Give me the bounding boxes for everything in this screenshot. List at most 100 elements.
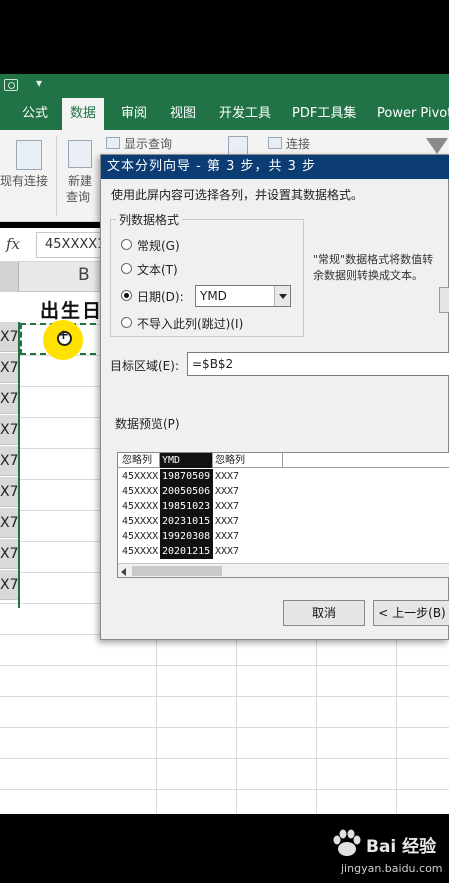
cancel-button[interactable]: 取消 bbox=[283, 600, 365, 626]
date-format-select[interactable]: YMD bbox=[195, 285, 291, 307]
preview-col-1-header[interactable]: 忽略列 bbox=[120, 453, 160, 468]
preview-row: 45XXXX 19851023 XXX7 bbox=[118, 499, 449, 514]
baidu-paw-icon bbox=[333, 829, 361, 856]
date-format-value: YMD bbox=[200, 289, 227, 303]
preview-cell: XXX7 bbox=[215, 471, 240, 482]
advanced-button[interactable] bbox=[439, 287, 449, 313]
preview-row: 45XXXX 20231015 XXX7 bbox=[118, 514, 449, 529]
watermark-url: jingyan.baidu.com bbox=[341, 862, 443, 875]
column-header-b[interactable]: B bbox=[78, 265, 90, 285]
ribbon-separator bbox=[56, 136, 57, 216]
preview-cell: 45XXXX bbox=[122, 501, 159, 512]
function-icon[interactable]: fx bbox=[6, 235, 20, 253]
connections-label[interactable]: 连接 bbox=[286, 135, 310, 152]
text-to-columns-dialog: 文本分列向导 - 第 3 步，共 3 步 使用此屏内容可选择各列，并设置其数据格… bbox=[100, 154, 449, 640]
preview-cell: 45XXXX bbox=[122, 471, 159, 482]
preview-cell: 45XXXX bbox=[122, 516, 159, 527]
cell-a[interactable]: X7 bbox=[0, 477, 19, 507]
chevron-down-icon[interactable] bbox=[274, 286, 290, 306]
preview-cell: XXX7 bbox=[215, 516, 240, 527]
ribbon-tabs: 公式 数据 审阅 视图 开发工具 PDF工具集 Power Pivot bbox=[0, 98, 449, 130]
data-preview-grid[interactable]: 忽略列 YMD 忽略列 45XXXX 19870509 XXX7 45XXXX … bbox=[117, 452, 449, 578]
scroll-left-icon[interactable] bbox=[121, 568, 126, 576]
format-note-2: 余数据则转换成文本。 bbox=[313, 269, 423, 282]
tab-data[interactable]: 数据 bbox=[62, 98, 105, 130]
preview-cell: 19870509 bbox=[160, 469, 213, 484]
preview-header-row: 忽略列 YMD 忽略列 bbox=[118, 453, 449, 468]
watermark-text: Bai 经验 bbox=[366, 837, 437, 857]
new-query-icon[interactable] bbox=[68, 140, 92, 168]
destination-label: 目标区域(E): bbox=[110, 359, 179, 373]
preview-col-3-header[interactable]: 忽略列 bbox=[213, 453, 283, 468]
column-format-group-label: 列数据格式 bbox=[116, 211, 183, 228]
preview-cell: XXX7 bbox=[215, 531, 240, 542]
quick-access-toolbar: ▾ bbox=[0, 74, 449, 98]
preview-cell: 20231015 bbox=[160, 514, 213, 529]
filter-icon[interactable] bbox=[426, 138, 448, 154]
dialog-title[interactable]: 文本分列向导 - 第 3 步，共 3 步 bbox=[101, 155, 449, 179]
tab-power-pivot[interactable]: Power Pivot bbox=[377, 98, 449, 130]
show-query-label[interactable]: 显示查询 bbox=[124, 135, 172, 152]
gridline bbox=[0, 789, 449, 790]
cell-a[interactable]: X7 bbox=[0, 539, 19, 569]
preview-col-2-header[interactable]: YMD bbox=[160, 453, 213, 468]
connections-icon[interactable] bbox=[268, 137, 282, 149]
preview-cell: 20050506 bbox=[160, 484, 213, 499]
cell-a[interactable]: X7 bbox=[0, 322, 19, 352]
radio-skip[interactable] bbox=[121, 317, 132, 328]
radio-general[interactable] bbox=[121, 239, 132, 250]
back-button[interactable]: < 上一步(B) bbox=[373, 600, 449, 626]
new-query-label[interactable]: 新建 bbox=[68, 172, 92, 189]
gridline bbox=[0, 696, 449, 697]
radio-general-label[interactable]: 常规(G) bbox=[137, 237, 180, 254]
format-note: "常规"数据格式将数值转 bbox=[313, 253, 434, 266]
existing-connections-icon[interactable] bbox=[16, 140, 42, 170]
preview-row: 45XXXX 20050506 XXX7 bbox=[118, 484, 449, 499]
preview-cell: 19851023 bbox=[160, 499, 213, 514]
preview-cell: 19920308 bbox=[160, 529, 213, 544]
preview-cell: 45XXXX bbox=[122, 546, 159, 557]
radio-text[interactable] bbox=[121, 263, 132, 274]
preview-cell: 20201215 bbox=[160, 544, 213, 559]
mouse-cursor-highlight-icon bbox=[43, 320, 83, 360]
tab-developer[interactable]: 开发工具 bbox=[219, 98, 271, 130]
preview-row: 45XXXX 19920308 XXX7 bbox=[118, 529, 449, 544]
cell-a[interactable]: X7 bbox=[0, 384, 19, 414]
preview-row: 45XXXX 20201215 XXX7 bbox=[118, 544, 449, 559]
customize-toolbar-icon[interactable]: ▾ bbox=[36, 76, 42, 90]
data-preview-label: 数据预览(P) bbox=[115, 417, 180, 431]
cell-a[interactable]: X7 bbox=[0, 508, 19, 538]
gridline bbox=[0, 758, 449, 759]
column-header-a[interactable] bbox=[0, 262, 19, 292]
preview-horizontal-scrollbar[interactable] bbox=[118, 563, 449, 577]
new-query-label-2[interactable]: 查询 bbox=[66, 188, 90, 205]
camera-icon[interactable] bbox=[4, 79, 18, 91]
radio-text-label[interactable]: 文本(T) bbox=[137, 261, 178, 278]
cell-a[interactable]: X7 bbox=[0, 415, 19, 445]
radio-date-label[interactable]: 日期(D): bbox=[137, 288, 184, 305]
radio-date[interactable] bbox=[121, 290, 132, 301]
gridline bbox=[0, 727, 449, 728]
preview-cell: 45XXXX bbox=[122, 531, 159, 542]
preview-cell: XXX7 bbox=[215, 486, 240, 497]
gridline bbox=[0, 665, 449, 666]
existing-connections-label[interactable]: 现有连接 bbox=[0, 172, 48, 189]
video-letterbox-top bbox=[0, 0, 449, 74]
radio-skip-label[interactable]: 不导入此列(跳过)(I) bbox=[137, 315, 243, 332]
preview-cell: XXX7 bbox=[215, 501, 240, 512]
tab-view[interactable]: 视图 bbox=[170, 98, 196, 130]
preview-cell: XXX7 bbox=[215, 546, 240, 557]
cell-a[interactable]: X7 bbox=[0, 446, 19, 476]
cell-a[interactable]: X7 bbox=[0, 570, 19, 600]
selection-border bbox=[18, 322, 20, 608]
destination-input[interactable]: =$B$2 bbox=[187, 352, 449, 376]
tab-formulas[interactable]: 公式 bbox=[22, 98, 48, 130]
cell-a[interactable]: X7 bbox=[0, 353, 19, 383]
cell-b1-header[interactable]: 出生日 bbox=[40, 296, 103, 323]
show-query-icon[interactable] bbox=[106, 137, 120, 149]
tab-pdf-tools[interactable]: PDF工具集 bbox=[292, 98, 356, 130]
tab-review[interactable]: 审阅 bbox=[121, 98, 147, 130]
preview-row: 45XXXX 19870509 XXX7 bbox=[118, 469, 449, 484]
scrollbar-thumb[interactable] bbox=[132, 566, 222, 576]
preview-cell: 45XXXX bbox=[122, 486, 159, 497]
